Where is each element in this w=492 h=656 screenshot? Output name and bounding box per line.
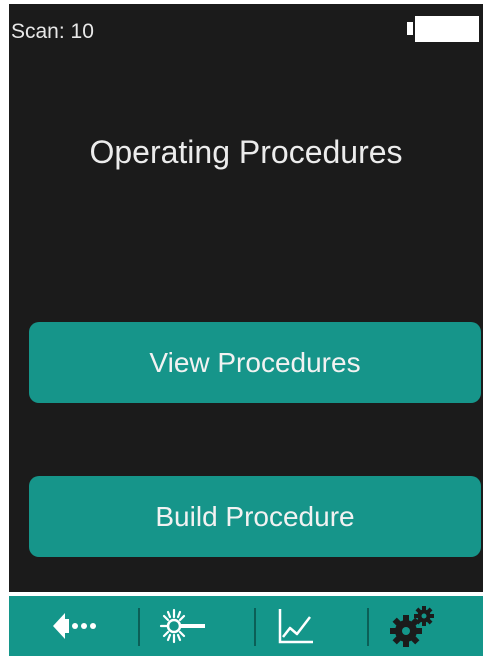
bottom-navbar (9, 592, 483, 656)
battery-icon (407, 16, 481, 42)
back-button[interactable] (36, 596, 116, 656)
page-title: Operating Procedures (89, 134, 403, 170)
nav-divider (367, 608, 369, 646)
nav-divider (138, 608, 140, 646)
view-procedures-button[interactable]: View Procedures (29, 322, 481, 403)
scan-button[interactable] (143, 596, 223, 656)
scan-count: Scan: 10 (11, 20, 94, 43)
laser-scan-icon (159, 608, 205, 644)
battery-tip (407, 22, 413, 35)
chart-button[interactable] (256, 596, 336, 656)
settings-button[interactable] (372, 596, 452, 656)
build-procedure-button[interactable]: Build Procedure (29, 476, 481, 557)
display-area: Scan: 10 Operating Procedures View Proce… (9, 4, 483, 592)
line-chart-icon (278, 609, 313, 644)
back-arrow-icon (53, 613, 96, 639)
device-screen: Scan: 10 Operating Procedures View Proce… (0, 0, 492, 656)
battery-body (415, 16, 479, 42)
settings-gears-icon (390, 606, 434, 647)
